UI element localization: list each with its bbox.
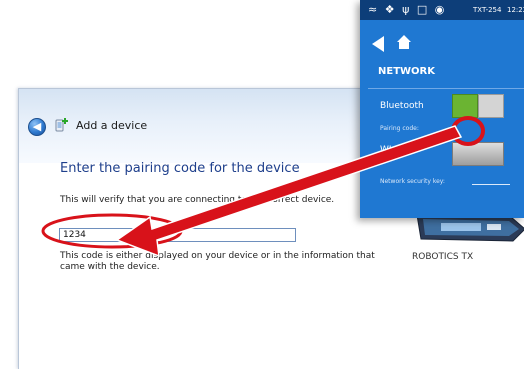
annotation-arrow bbox=[115, 125, 463, 258]
annotation-overlay bbox=[41, 116, 485, 258]
